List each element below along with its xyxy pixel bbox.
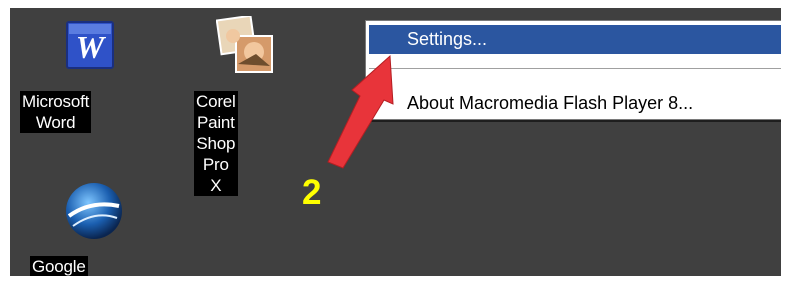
menu-item-settings[interactable]: Settings... bbox=[369, 25, 781, 54]
desktop-icon-label: Google Earth bbox=[30, 256, 88, 276]
step-number-label: 2 bbox=[302, 173, 322, 212]
desktop-icon-label: Microsoft Word bbox=[20, 91, 92, 133]
corel-paint-shop-icon bbox=[216, 16, 273, 73]
desktop: W Microsoft Word Corel Paint Shop Pro X bbox=[10, 8, 781, 276]
icon-label-text: Corel Paint bbox=[194, 91, 238, 133]
menu-item-about[interactable]: About Macromedia Flash Player 8... bbox=[369, 89, 781, 118]
svg-text:W: W bbox=[76, 29, 107, 65]
icon-label-text: Google Earth bbox=[30, 256, 88, 276]
menu-separator bbox=[369, 68, 781, 69]
icon-label-text: Shop Pro X bbox=[194, 133, 238, 196]
context-menu: Settings... About Macromedia Flash Playe… bbox=[365, 20, 781, 120]
desktop-icon-label: Corel Paint Shop Pro X bbox=[194, 91, 238, 196]
google-earth-icon bbox=[66, 183, 122, 239]
word-icon: W bbox=[66, 21, 114, 69]
icon-label-text: Microsoft Word bbox=[20, 91, 92, 133]
